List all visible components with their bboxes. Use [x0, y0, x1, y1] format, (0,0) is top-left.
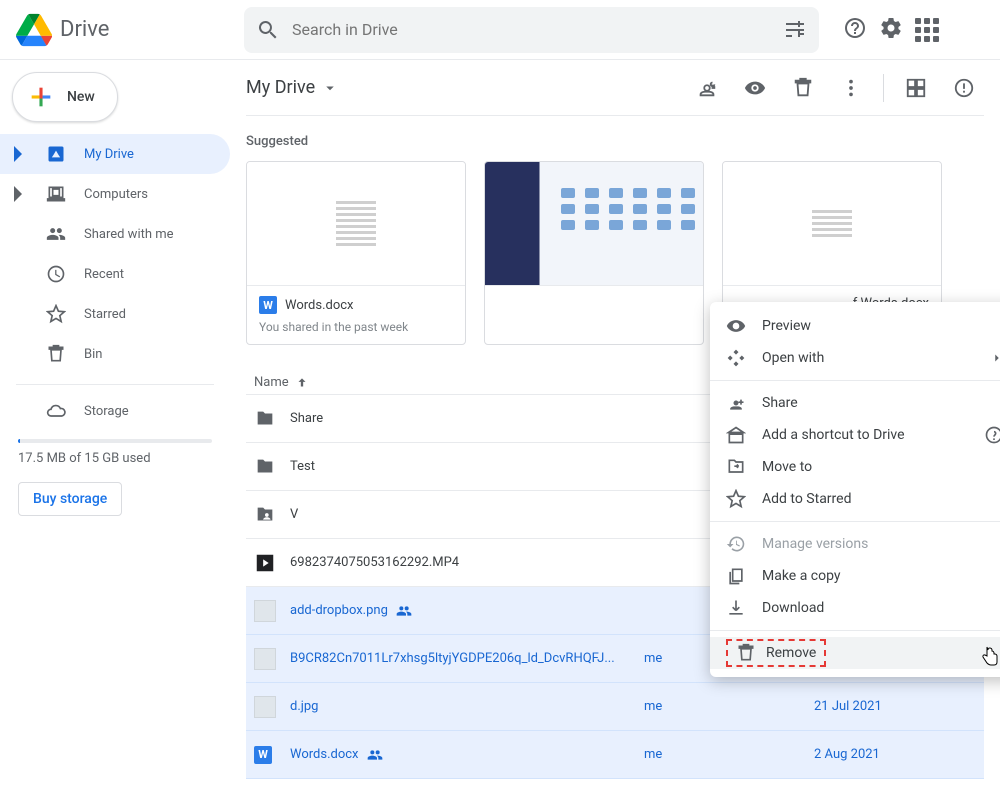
file-name: B9CR82Cn7011Lr7xhsg5ltyjYGDPE206q_ld_Dcv… — [290, 651, 615, 666]
people-icon — [46, 224, 66, 244]
ctx-preview[interactable]: Preview — [710, 310, 1000, 342]
storage-text: 17.5 MB of 15 GB used — [18, 451, 212, 466]
sidebar-my-drive[interactable]: My Drive — [0, 134, 230, 174]
suggested-card[interactable] — [484, 161, 704, 345]
suggested-heading: Suggested — [246, 134, 984, 149]
context-menu: Preview Open with Share Add a shortcut t… — [710, 302, 1000, 677]
drive-icon — [46, 144, 66, 164]
file-modified: 2 Aug 2021 — [814, 747, 984, 762]
sidebar-shared-with-me[interactable]: Shared with me — [0, 214, 230, 254]
sidebar-starred[interactable]: Starred — [0, 294, 230, 334]
ctx-download[interactable]: Download — [710, 592, 1000, 624]
more-button[interactable] — [831, 68, 871, 108]
search-options-icon[interactable] — [783, 18, 807, 42]
chevron-right-icon — [990, 351, 1000, 365]
trash-icon — [46, 344, 66, 364]
sidebar-item-label: My Drive — [84, 147, 134, 162]
file-type-icon: W — [254, 746, 290, 764]
breadcrumb[interactable]: My Drive — [246, 77, 339, 98]
sidebar-recent[interactable]: Recent — [0, 254, 230, 294]
storage-bar — [18, 439, 212, 443]
sidebar-item-label: Computers — [84, 187, 148, 202]
docx-icon: W — [259, 296, 277, 314]
settings-icon[interactable] — [879, 16, 903, 44]
shared-icon — [367, 747, 383, 763]
ctx-versions: Manage versions — [710, 528, 1000, 560]
file-owner: me — [644, 747, 814, 762]
ctx-copy[interactable]: Make a copy — [710, 560, 1000, 592]
cloud-icon — [46, 401, 66, 421]
grid-view-button[interactable] — [896, 68, 936, 108]
sidebar-computers[interactable]: Computers — [0, 174, 230, 214]
shared-icon — [396, 603, 412, 619]
table-row[interactable]: W Words.docx me 2 Aug 2021 — [246, 731, 984, 779]
ctx-star[interactable]: Add to Starred — [710, 483, 1000, 515]
search-bar[interactable] — [244, 7, 819, 53]
drive-logo-icon — [16, 12, 52, 48]
file-type-icon — [254, 408, 290, 430]
file-name: Test — [290, 459, 315, 474]
file-name: V — [290, 507, 298, 522]
column-name[interactable]: Name — [246, 375, 644, 390]
ctx-open-with[interactable]: Open with — [710, 342, 1000, 374]
file-modified: 21 Jul 2021 — [814, 699, 984, 714]
suggested-thumbnail — [723, 162, 941, 286]
sidebar-item-label: Starred — [84, 307, 126, 322]
search-input[interactable] — [280, 20, 783, 39]
pointer-cursor-icon — [980, 645, 1000, 667]
apps-icon[interactable] — [915, 18, 939, 42]
ctx-share[interactable]: Share — [710, 387, 1000, 419]
new-button-label: New — [67, 89, 95, 105]
ctx-move[interactable]: Move to — [710, 451, 1000, 483]
chevron-right-icon — [8, 184, 28, 204]
sort-asc-icon — [295, 376, 309, 390]
sidebar-storage[interactable]: Storage — [0, 391, 230, 431]
sidebar-item-label: Recent — [84, 267, 124, 282]
file-name: d.jpg — [290, 699, 318, 714]
computer-icon — [46, 184, 66, 204]
star-icon — [46, 304, 66, 324]
file-type-icon — [254, 696, 290, 718]
file-name: 6982374075053162292.MP4 — [290, 555, 459, 570]
table-row[interactable]: d.jpg me 21 Jul 2021 — [246, 683, 984, 731]
file-name: Share — [290, 411, 323, 426]
chevron-right-icon — [8, 144, 28, 164]
file-type-icon — [254, 552, 290, 574]
sidebar-bin[interactable]: Bin — [0, 334, 230, 374]
product-name: Drive — [60, 17, 109, 42]
chevron-down-icon — [321, 79, 339, 97]
info-button[interactable] — [944, 68, 984, 108]
file-name: Words.docx — [290, 747, 359, 762]
clock-icon — [46, 264, 66, 284]
file-owner: me — [644, 699, 814, 714]
suggested-thumbnail — [247, 162, 465, 286]
preview-button[interactable] — [735, 68, 775, 108]
new-button[interactable]: New — [12, 72, 118, 122]
ctx-shortcut[interactable]: Add a shortcut to Drive — [710, 419, 1000, 451]
plus-icon — [27, 83, 55, 111]
file-name: add-dropbox.png — [290, 603, 388, 618]
sidebar-item-label: Bin — [84, 347, 102, 362]
search-icon — [256, 18, 280, 42]
file-type-icon — [254, 456, 290, 478]
suggested-thumbnail — [485, 162, 703, 286]
share-button[interactable] — [687, 68, 727, 108]
file-type-icon — [254, 648, 290, 670]
file-type-icon — [254, 600, 290, 622]
sidebar-item-label: Shared with me — [84, 227, 174, 242]
help-icon[interactable] — [843, 16, 867, 44]
trash-icon — [736, 643, 756, 663]
file-type-icon — [254, 504, 290, 526]
ctx-remove[interactable]: Remove — [710, 637, 1000, 669]
buy-storage-button[interactable]: Buy storage — [18, 482, 122, 516]
delete-button[interactable] — [783, 68, 823, 108]
help-icon — [984, 425, 1000, 445]
suggested-card[interactable]: WWords.docx You shared in the past week — [246, 161, 466, 345]
sidebar-item-label: Storage — [84, 404, 129, 419]
